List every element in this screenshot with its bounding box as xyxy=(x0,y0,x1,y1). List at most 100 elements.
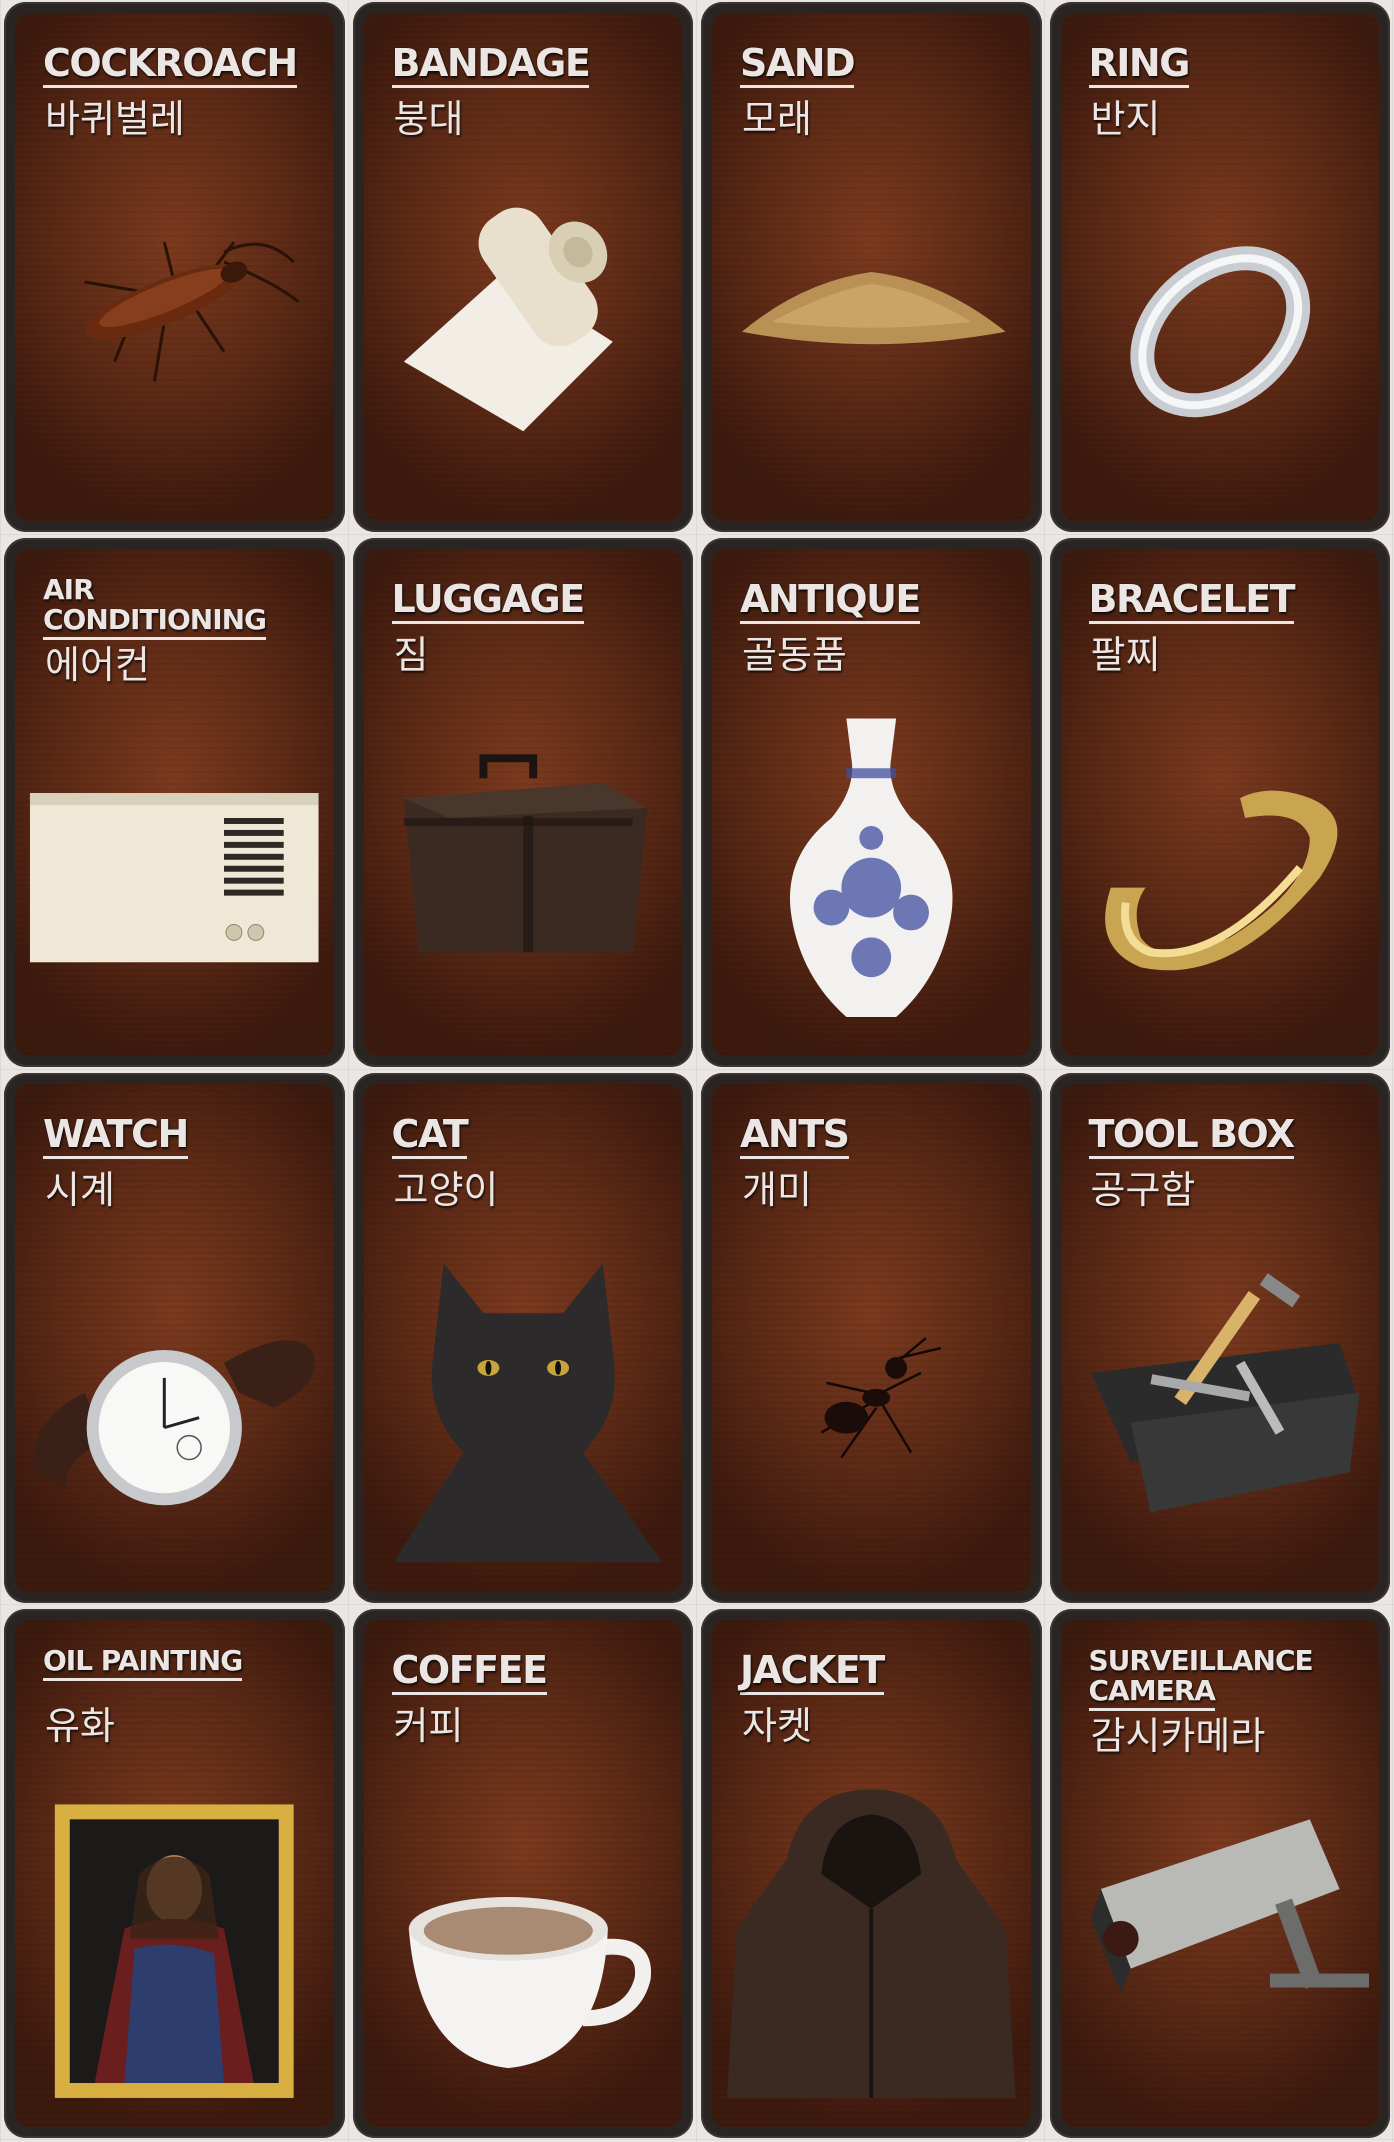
card-korean-label: 모래 xyxy=(742,97,812,141)
card-face: SAND 모래 xyxy=(712,13,1031,521)
painting-icon xyxy=(25,1770,324,2108)
card-title: RING xyxy=(1088,43,1370,88)
bandage-icon xyxy=(374,163,673,501)
card-cell: CAT 고양이 xyxy=(349,1071,698,1607)
vase-icon xyxy=(722,699,1021,1037)
card-title-text: LUGGAGE xyxy=(391,579,585,624)
card-cell: WATCH 시계 xyxy=(0,1071,349,1607)
card-cell: TOOL BOX 공구함 xyxy=(1046,1071,1394,1607)
air-conditioner-icon xyxy=(25,699,324,1037)
card-title-text: OIL PAINTING xyxy=(43,1645,243,1681)
security-camera-icon xyxy=(1071,1770,1369,2108)
card-cell: BANDAGE 붕대 xyxy=(349,0,698,536)
card-face: BANDAGE 붕대 xyxy=(363,13,682,521)
card-cell: SAND 모래 xyxy=(697,0,1046,536)
card-korean-label: 짐 xyxy=(393,632,429,677)
card-cell: JACKET 자켓 xyxy=(697,1607,1046,2142)
ant-icon xyxy=(722,1234,1021,1572)
card-face: COCKROACH 바퀴벌레 xyxy=(15,13,334,521)
card-korean-label: 시계 xyxy=(45,1168,115,1212)
card-title: ANTIQUE xyxy=(740,579,1021,624)
card-title: WATCH xyxy=(43,1114,324,1159)
card-face: WATCH 시계 xyxy=(15,1084,334,1592)
sand-icon xyxy=(722,163,1021,501)
card-korean-label: 공구함 xyxy=(1090,1168,1196,1212)
card-korean-label: 에어컨 xyxy=(45,642,150,687)
bracelet-icon xyxy=(1071,699,1370,1037)
card-korean-label: 골동품 xyxy=(742,632,847,677)
card-bracelet: BRACELET 팔찌 xyxy=(1049,537,1390,1067)
card-surveillance-camera: SURVEILLANCE CAMERA 감시카메라 xyxy=(1049,1608,1390,2138)
card-face: OIL PAINTING 유화 xyxy=(15,1619,334,2127)
card-title-line1: AIR xyxy=(43,572,95,606)
card-cell: OIL PAINTING 유화 xyxy=(0,1607,349,2142)
card-oil-painting: OIL PAINTING 유화 xyxy=(4,1608,345,2138)
card-cell: RING 반지 xyxy=(1046,0,1394,536)
card-ants: ANTS 개미 xyxy=(701,1073,1042,1603)
card-cell: BRACELET 팔찌 xyxy=(1046,536,1394,1072)
card-title-line1: SURVEILLANCE xyxy=(1088,1643,1314,1677)
card-face: CAT 고양이 xyxy=(363,1084,682,1592)
card-title-text: COCKROACH xyxy=(43,43,298,88)
card-title: TOOL BOX xyxy=(1088,1114,1370,1159)
card-korean-label: 고양이 xyxy=(393,1168,499,1212)
card-korean-label: 팔찌 xyxy=(1090,632,1161,677)
card-title: SURVEILLANCE CAMERA xyxy=(1088,1643,1370,1711)
card-face: TOOL BOX 공구함 xyxy=(1060,1084,1379,1592)
card-cockroach: COCKROACH 바퀴벌레 xyxy=(4,2,345,532)
jacket-icon xyxy=(722,1770,1021,2108)
card-face: ANTS 개미 xyxy=(712,1084,1031,1592)
card-title: JACKET xyxy=(740,1650,1021,1695)
card-title: ANTS xyxy=(740,1114,1021,1159)
card-title: AIR CONDITIONING xyxy=(43,572,324,640)
card-title: COCKROACH xyxy=(43,43,324,88)
card-title-line2: CAMERA xyxy=(1088,1675,1216,1711)
card-title: BRACELET xyxy=(1088,579,1370,624)
watch-icon xyxy=(25,1234,324,1572)
luggage-icon xyxy=(374,699,673,1037)
card-korean-label: 감시카메라 xyxy=(1090,1713,1266,1758)
card-title: LUGGAGE xyxy=(391,579,673,624)
card-sand: SAND 모래 xyxy=(701,2,1042,532)
card-title: OIL PAINTING xyxy=(43,1645,324,1681)
card-title-text: SAND xyxy=(740,43,856,88)
coffee-cup-icon xyxy=(374,1770,673,2108)
card-title: BANDAGE xyxy=(391,43,673,88)
card-face: SURVEILLANCE CAMERA 감시카메라 xyxy=(1060,1619,1379,2127)
card-cat: CAT 고양이 xyxy=(352,1073,693,1603)
card-ring: RING 반지 xyxy=(1049,2,1390,532)
card-cell: AIR CONDITIONING 에어컨 xyxy=(0,536,349,1072)
card-korean-label: 유화 xyxy=(45,1703,115,1748)
card-watch: WATCH 시계 xyxy=(4,1073,345,1603)
card-bandage: BANDAGE 붕대 xyxy=(352,2,693,532)
card-cell: SURVEILLANCE CAMERA 감시카메라 xyxy=(1046,1607,1394,2142)
card-cell: ANTIQUE 골동품 xyxy=(697,536,1046,1072)
card-title-text: WATCH xyxy=(43,1114,189,1159)
card-title-text: ANTS xyxy=(740,1114,850,1159)
card-cell: COFFEE 커피 xyxy=(349,1607,698,2142)
card-face: ANTIQUE 골동품 xyxy=(712,548,1031,1056)
card-tool-box: TOOL BOX 공구함 xyxy=(1049,1073,1390,1603)
card-title-text: CAT xyxy=(391,1114,469,1159)
card-title: CAT xyxy=(391,1114,673,1159)
card-title: SAND xyxy=(740,43,1021,88)
card-title-line2: CONDITIONING xyxy=(43,604,267,640)
card-title-text: RING xyxy=(1088,43,1190,88)
card-korean-label: 붕대 xyxy=(393,97,464,141)
card-face: AIR CONDITIONING 에어컨 xyxy=(15,548,334,1056)
card-face: COFFEE 커피 xyxy=(363,1619,682,2127)
card-grid: COCKROACH 바퀴벌레 BANDAGE 붕대 SAND 모래 RING 반… xyxy=(0,0,1394,2142)
cockroach-icon xyxy=(25,163,324,501)
card-korean-label: 개미 xyxy=(742,1168,812,1212)
card-korean-label: 바퀴벌레 xyxy=(45,97,185,141)
card-title-text: BRACELET xyxy=(1088,579,1296,624)
card-face: LUGGAGE 짐 xyxy=(363,548,682,1056)
card-face: JACKET 자켓 xyxy=(712,1619,1031,2127)
card-air-conditioning: AIR CONDITIONING 에어컨 xyxy=(4,537,345,1067)
card-title-text: TOOL BOX xyxy=(1088,1114,1295,1159)
toolbox-icon xyxy=(1071,1234,1370,1572)
card-face: RING 반지 xyxy=(1060,13,1379,521)
card-coffee: COFFEE 커피 xyxy=(352,1608,693,2138)
card-sheet: COCKROACH 바퀴벌레 BANDAGE 붕대 SAND 모래 RING 반… xyxy=(0,0,1394,2142)
card-cell: LUGGAGE 짐 xyxy=(349,536,698,1072)
